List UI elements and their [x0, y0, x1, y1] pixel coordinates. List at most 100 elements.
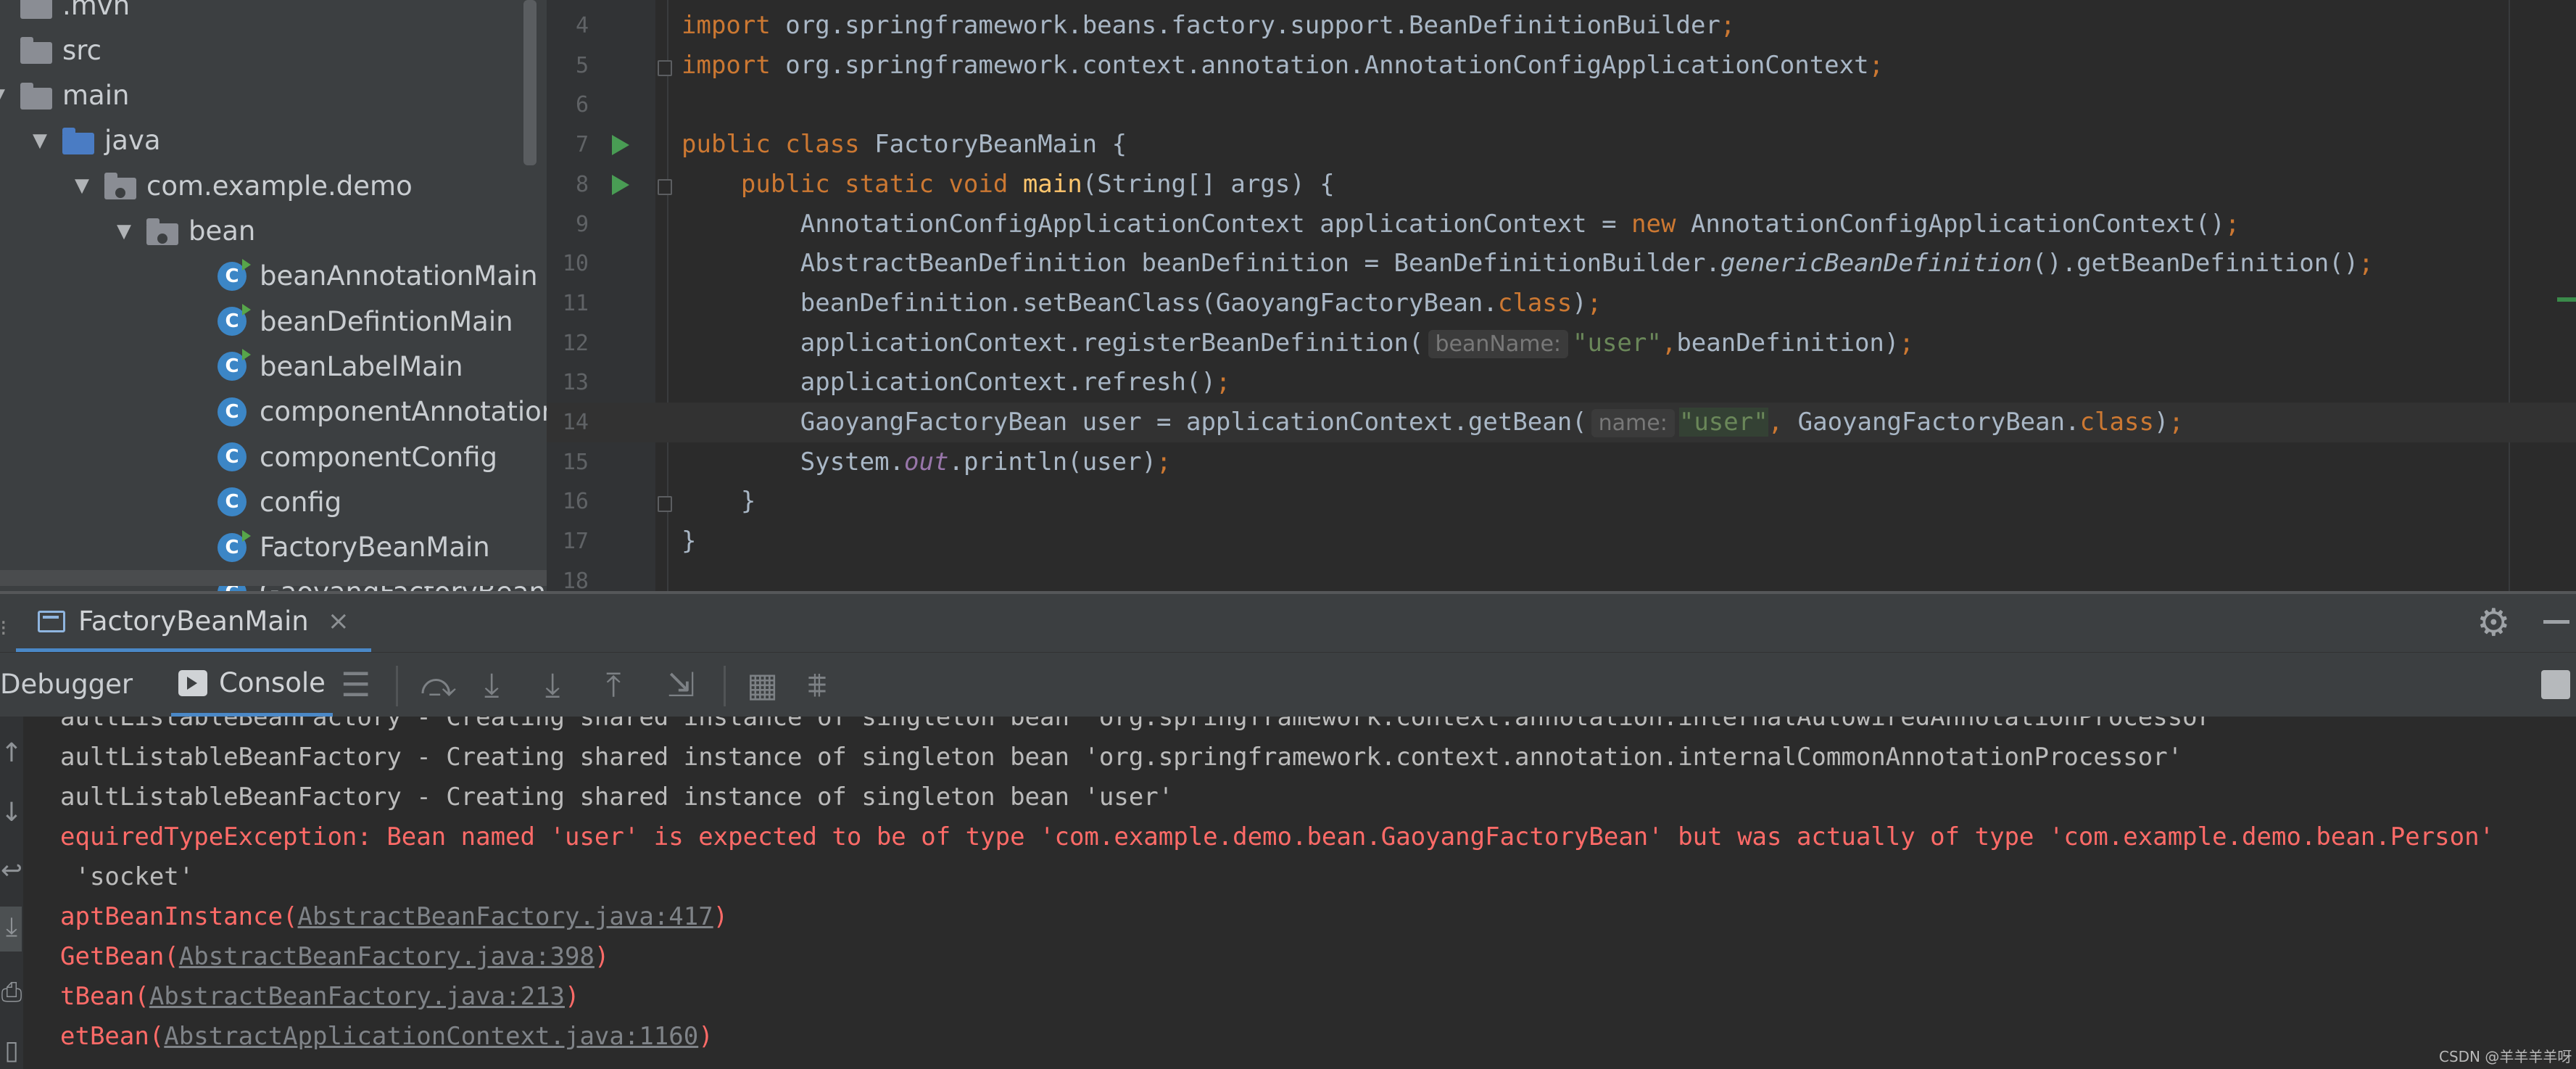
code-token: ; — [1215, 368, 1231, 397]
code-line[interactable]: 9 AnnotationConfigApplicationContext app… — [547, 205, 2576, 244]
trace-current-stream-icon[interactable]: ⩨ — [808, 666, 827, 703]
package-icon — [104, 173, 136, 200]
run-gutter-icon[interactable] — [612, 135, 629, 156]
code-line[interactable]: 12 applicationContext.registerBeanDefini… — [547, 323, 2576, 363]
code-line[interactable]: 16 } — [547, 482, 2576, 521]
code-line[interactable]: 8 public static void main(String[] args)… — [547, 165, 2576, 205]
code-text: System.out.println(user); — [682, 442, 1172, 482]
folder-icon — [62, 127, 94, 154]
tree-item-label: src — [62, 34, 102, 66]
minimize-icon[interactable] — [2543, 620, 2569, 624]
source-link[interactable]: AbstractBeanFactory.java:213 — [149, 982, 565, 1011]
console-output[interactable]: ↑ ↓ ↩ ⤓ ⎙ ▯ aultListableBeanFactory - Cr… — [0, 717, 2576, 1069]
step-into-icon[interactable]: ⤓ — [484, 666, 499, 703]
source-link[interactable]: AbstractApplicationContext.java:1160 — [164, 1022, 698, 1051]
tree-item-label: FactoryBeanMain — [260, 532, 490, 564]
trace-suffix: ) — [713, 902, 729, 931]
fold-marker-icon[interactable] — [658, 496, 672, 513]
code-line[interactable]: 15 System.out.println(user); — [547, 442, 2576, 482]
code-line[interactable]: 4 import org.springframework.beans.factor… — [547, 6, 2576, 46]
print-icon[interactable]: ⎙ — [0, 978, 23, 1008]
java-class-icon: C — [218, 258, 251, 291]
stack-trace-line: etBean(AbstractApplicationContext.java:1… — [60, 1017, 713, 1057]
code-token: ; — [1899, 328, 1914, 358]
source-link[interactable]: AbstractBeanFactory.java:417 — [298, 902, 713, 931]
folder-icon — [20, 0, 52, 19]
line-number: 18 — [562, 568, 589, 591]
tree-item[interactable]: src — [0, 28, 102, 73]
code-editor[interactable]: 4 import org.springframework.beans.factor… — [547, 0, 2576, 591]
scroll-to-end-icon[interactable]: ⤓ — [0, 912, 23, 943]
tree-item[interactable]: C FactoryBeanMain — [158, 525, 490, 570]
code-text: applicationContext.registerBeanDefinitio… — [682, 323, 1914, 364]
code-text: public class FactoryBeanMain { — [682, 125, 1127, 165]
trash-icon[interactable]: ▯ — [0, 1036, 23, 1065]
soft-wrap-icon[interactable]: ↩ — [0, 856, 23, 886]
evaluate-expression-icon[interactable]: ▦ — [747, 666, 778, 703]
up-arrow-icon[interactable]: ↑ — [0, 738, 23, 768]
console-line: 'socket' — [60, 862, 194, 891]
chevron-down-icon[interactable]: ▼ — [0, 85, 6, 107]
code-token: import — [682, 50, 786, 80]
tree-item-label: java — [104, 125, 161, 157]
tree-item[interactable]: ▼ bean — [116, 209, 255, 254]
code-token: ; — [1586, 288, 1602, 318]
code-token: .println(user) — [948, 447, 1157, 476]
tree-item[interactable]: CbeanLabelMain — [158, 344, 463, 389]
fold-marker-icon[interactable] — [658, 59, 672, 76]
code-line[interactable]: 5 import org.springframework.context.anno… — [547, 46, 2576, 86]
source-link[interactable]: AbstractBeanFactory.java:398 — [179, 942, 595, 971]
run-gutter-icon[interactable] — [612, 174, 629, 195]
force-step-into-icon[interactable]: ⤓ — [545, 666, 560, 703]
tree-item[interactable]: ▼ main — [0, 73, 129, 118]
code-text: import org.springframework.context.annot… — [682, 46, 1884, 86]
tab-console[interactable]: Console — [171, 653, 333, 717]
code-token: class — [1497, 288, 1573, 318]
tab-debugger[interactable]: Debugger — [0, 669, 133, 700]
code-text: AbstractBeanDefinition beanDefinition = … — [682, 244, 2374, 284]
code-line[interactable]: 10 AbstractBeanDefinition beanDefinition… — [547, 244, 2576, 284]
tree-item[interactable]: CbeanDefintionMain — [158, 299, 513, 344]
tree-item[interactable]: ▼ com.example.demo — [74, 163, 413, 208]
code-line[interactable]: 18 — [547, 561, 2576, 591]
layout-settings-icon[interactable] — [2541, 670, 2570, 699]
chevron-down-icon[interactable]: ▼ — [116, 220, 132, 242]
code-token: org.springframework.beans.factory.suppor… — [785, 11, 1720, 40]
line-number: 16 — [562, 489, 589, 515]
tree-item[interactable]: CbeanAnnotationMain — [158, 254, 538, 299]
code-line[interactable]: 17} — [547, 521, 2576, 561]
code-line[interactable]: 13 applicationContext.refresh(); — [547, 363, 2576, 403]
tree-horizontal-scrollbar[interactable] — [0, 570, 547, 586]
step-out-icon[interactable]: ⤒ — [606, 666, 621, 703]
code-token: new — [1631, 209, 1691, 239]
code-text: } — [682, 521, 696, 561]
gear-icon[interactable]: ⚙ — [2477, 601, 2511, 645]
tree-scrollbar[interactable] — [523, 0, 537, 165]
fold-marker-icon[interactable] — [658, 178, 672, 195]
stack-trace-line: aptBeanInstance(AbstractBeanFactory.java… — [60, 897, 728, 937]
chevron-down-icon[interactable]: ▼ — [74, 175, 90, 197]
down-arrow-icon[interactable]: ↓ — [0, 798, 23, 827]
tree-item[interactable]: CcomponentConfig — [158, 434, 497, 479]
tree-item[interactable]: ▼ java — [32, 118, 161, 163]
step-over-icon[interactable]: ⤼ — [421, 666, 456, 703]
java-class-icon: C — [218, 304, 251, 337]
tree-item[interactable]: Cconfig — [158, 479, 341, 524]
tree-item[interactable]: .mvn — [0, 0, 130, 28]
toolbar-separator — [396, 666, 398, 706]
close-icon[interactable]: × — [328, 606, 349, 636]
console-tab-label: Console — [219, 667, 326, 698]
chevron-down-icon[interactable]: ▼ — [32, 130, 48, 152]
code-text: AnnotationConfigApplicationContext appli… — [682, 205, 2240, 244]
code-token: FactoryBeanMain { — [874, 130, 1127, 160]
code-line[interactable]: 11 beanDefinition.setBeanClass(GaoyangFa… — [547, 284, 2576, 323]
tab-factorybeanmain[interactable]: FactoryBeanMain × — [16, 594, 371, 652]
menu-lines-icon[interactable]: ☰ — [341, 666, 370, 703]
code-token: } — [682, 487, 756, 516]
code-line[interactable]: 7 public class FactoryBeanMain { — [547, 125, 2576, 165]
tool-window-options-icon[interactable]: ⁝ — [0, 616, 7, 641]
tree-item[interactable]: CcomponentAnnotationM — [158, 389, 547, 434]
code-line[interactable]: 6 — [547, 85, 2576, 125]
code-line[interactable]: 14 GaoyangFactoryBean user = application… — [547, 403, 2576, 442]
run-to-cursor-icon[interactable]: ⇲ — [667, 666, 695, 703]
